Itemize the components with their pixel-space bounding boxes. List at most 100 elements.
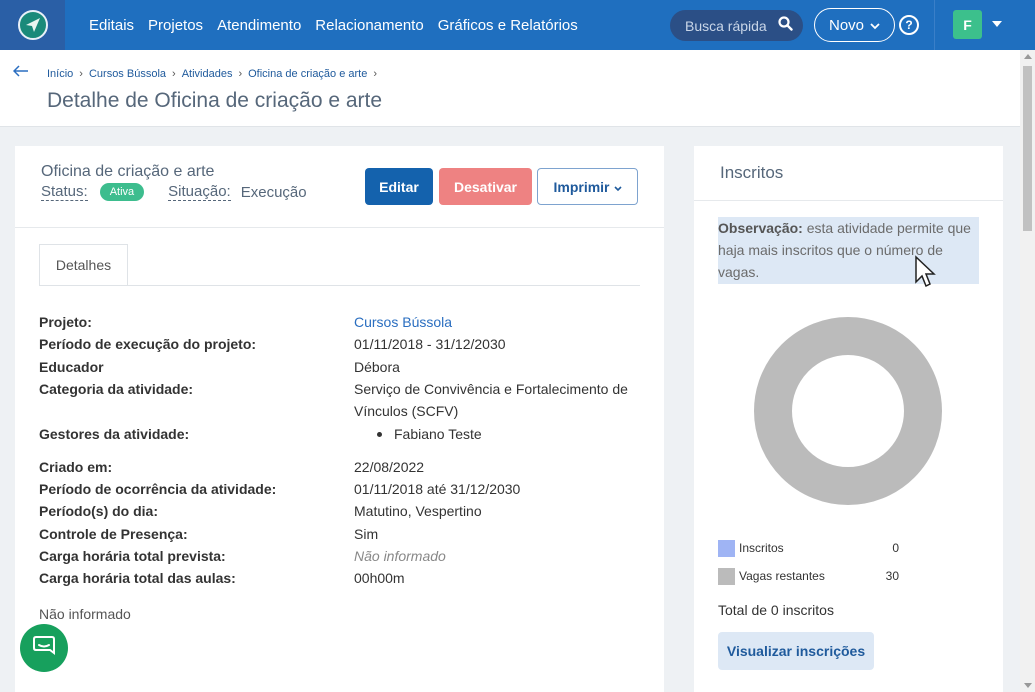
chevron-down-icon <box>870 17 880 34</box>
deactivate-button[interactable]: Desativar <box>439 168 532 205</box>
detail-value: 22/08/2022 <box>354 458 425 475</box>
page-title: Detalhe de Oficina de criação e arte <box>47 89 383 112</box>
detail-value: 01/11/2018 - 31/12/2030 <box>354 336 506 353</box>
breadcrumb-inicio[interactable]: Início <box>47 68 73 80</box>
project-link[interactable]: Cursos Bússola <box>354 311 644 333</box>
chevron-right-icon: › <box>172 68 176 80</box>
breadcrumb-atividades[interactable]: Atividades <box>182 68 233 80</box>
footer-note: Não informado <box>39 606 131 622</box>
detail-row: Categoria da atividade: Serviço de Convi… <box>39 378 649 423</box>
detail-row: Controle de Presença: Sim <box>39 523 649 545</box>
detail-row: Projeto: Cursos Bússola <box>39 311 649 333</box>
detail-label: Criado em: <box>39 458 113 475</box>
detail-label: Carga horária total das aulas: <box>39 570 236 587</box>
detail-label: Período de execução do projeto: <box>39 336 257 353</box>
page-header: Início › Cursos Bússola › Atividades › Ofic… <box>0 50 1020 127</box>
chevron-right-icon: › <box>79 68 83 80</box>
detail-label: Categoria da atividade: <box>39 380 194 397</box>
detail-value: Sim <box>354 525 379 542</box>
tab-underline <box>39 285 640 286</box>
details-list: Projeto: Cursos Bússola Período de execu… <box>39 311 649 590</box>
card-divider <box>694 200 1003 201</box>
card-divider <box>15 227 664 228</box>
breadcrumb-cursos-bussola[interactable]: Cursos Bússola <box>89 68 166 80</box>
search-input[interactable] <box>685 17 770 34</box>
breadcrumb: Início › Cursos Bússola › Atividades › Ofic… <box>47 68 377 80</box>
detail-row: Criado em: 22/08/2022 <box>39 456 649 478</box>
situacao-label: Situação: <box>168 183 231 201</box>
detail-row: Carga horária total prevista: Não inform… <box>39 545 649 567</box>
caret-down-icon[interactable] <box>992 21 1002 27</box>
detail-row: Período de execução do projeto: 01/11/20… <box>39 333 649 355</box>
activity-card: Oficina de criação e arte Status: Ativa … <box>15 146 664 692</box>
detail-value: Não informado <box>354 547 446 564</box>
avatar[interactable]: F <box>953 10 982 39</box>
detail-row: Gestores da atividade: Fabiano Teste <box>39 423 649 445</box>
chart-legend: Inscritos 0 Vagas restantes 30 <box>718 534 899 590</box>
inscritos-title: Inscritos <box>720 163 784 182</box>
print-button[interactable]: Imprimir <box>537 168 638 205</box>
nav-graficos-relatorios[interactable]: Gráficos e Relatórios <box>438 17 578 34</box>
detail-value: 01/11/2018 até 31/12/2030 <box>354 481 521 498</box>
activity-name: Oficina de criação e arte <box>41 163 215 180</box>
nav-editais[interactable]: Editais <box>89 17 134 34</box>
view-inscriptions-button[interactable]: Visualizar inscrições <box>718 632 874 670</box>
total-inscritos: Total de 0 inscritos <box>718 602 834 618</box>
nav-atendimento[interactable]: Atendimento <box>217 17 301 34</box>
novo-button[interactable]: Novo <box>814 8 895 42</box>
detail-row: Período de ocorrência da atividade: 01/1… <box>39 478 649 500</box>
edit-button[interactable]: Editar <box>365 168 433 205</box>
scroll-up-icon[interactable] <box>1024 54 1032 59</box>
detail-label: Educador <box>39 358 104 375</box>
detail-value: Serviço de Convivência e Fortalecimento … <box>354 380 628 420</box>
legend-item: Inscritos 0 <box>718 534 899 562</box>
obs-label: Observação: <box>718 220 803 236</box>
chat-widget-button[interactable] <box>20 624 68 672</box>
novo-label: Novo <box>828 16 865 34</box>
detail-label: Período(s) do dia: <box>39 503 158 520</box>
observation-note: Observação: esta atividade permite que h… <box>718 217 979 284</box>
main-nav: Editais Projetos Atendimento Relacioname… <box>89 17 578 34</box>
legend-label: Vagas restantes <box>739 569 825 583</box>
nav-relacionamento[interactable]: Relacionamento <box>315 17 423 34</box>
detail-label: Controle de Presença: <box>39 525 188 542</box>
status-badge: Ativa <box>99 183 145 201</box>
legend-swatch <box>718 539 735 557</box>
detail-label: Gestores da atividade: <box>39 426 190 443</box>
detail-value: Débora <box>354 358 400 375</box>
page-scrollbar[interactable] <box>1020 50 1035 692</box>
chevron-right-icon: › <box>373 68 378 80</box>
donut-slice-vagas-restantes <box>754 317 942 505</box>
detail-value: Fabiano Teste <box>354 423 644 445</box>
search-icon[interactable] <box>778 15 793 36</box>
help-icon[interactable]: ? <box>899 15 919 35</box>
breadcrumb-oficina[interactable]: Oficina de criação e arte <box>248 68 367 80</box>
legend-value: 30 <box>885 569 899 583</box>
app-logo[interactable] <box>0 0 65 50</box>
legend-label: Inscritos <box>739 541 784 555</box>
detail-value: Matutino, Vespertino <box>354 503 482 520</box>
detail-value: 00h00m <box>354 570 405 587</box>
nav-projetos[interactable]: Projetos <box>148 17 203 34</box>
scroll-thumb[interactable] <box>1023 66 1032 231</box>
detail-label: Projeto: <box>39 314 92 330</box>
legend-value: 0 <box>892 541 899 555</box>
status-row: Status: Ativa Situação: Execução <box>41 183 307 201</box>
detail-row: Período(s) do dia: Matutino, Vespertino <box>39 500 649 522</box>
legend-item: Vagas restantes 30 <box>718 562 899 590</box>
nav-divider <box>934 0 935 50</box>
detail-row: Educador Débora <box>39 356 649 378</box>
scroll-down-icon[interactable] <box>1024 683 1032 688</box>
status-label: Status: <box>41 183 88 201</box>
legend-swatch <box>718 567 735 585</box>
back-arrow-icon[interactable] <box>12 64 29 82</box>
mouse-cursor-icon <box>914 255 936 294</box>
detail-row: Carga horária total das aulas: 00h00m <box>39 567 649 589</box>
inscritos-donut-chart <box>754 317 942 505</box>
detail-label: Período de ocorrência da atividade: <box>39 481 277 498</box>
chat-icon <box>32 635 56 662</box>
chevron-right-icon: › <box>238 68 243 80</box>
tab-detalhes[interactable]: Detalhes <box>39 244 128 286</box>
chevron-down-icon <box>613 179 622 195</box>
compass-icon <box>17 10 48 40</box>
